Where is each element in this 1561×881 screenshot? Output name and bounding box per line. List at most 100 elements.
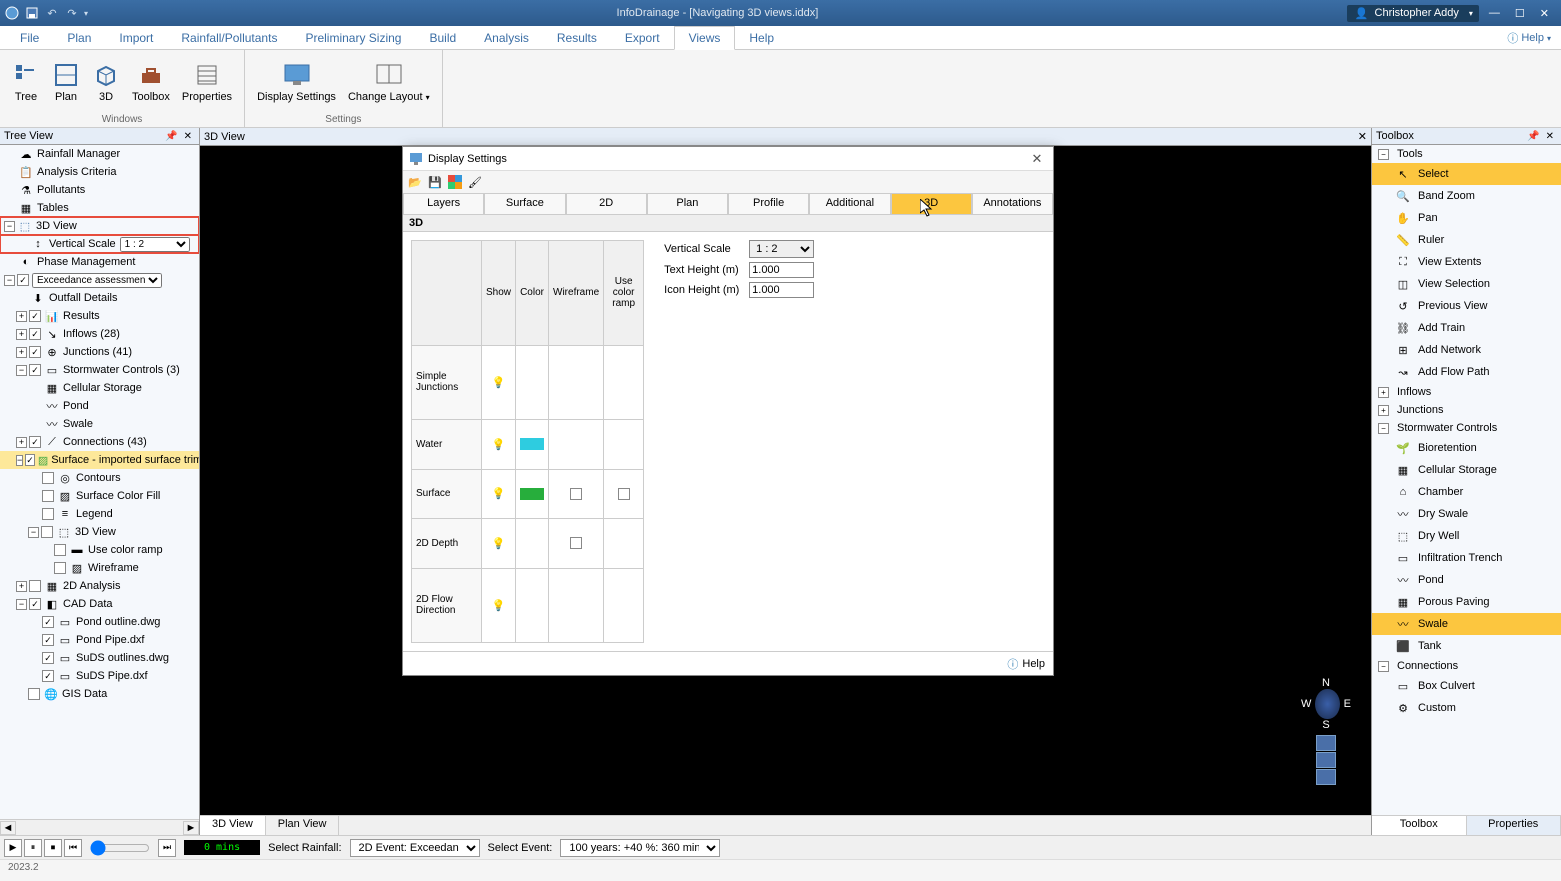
toolbox-tab-toolbox[interactable]: Toolbox [1372, 816, 1467, 835]
play-button[interactable]: ▶ [4, 839, 22, 857]
expand-icon[interactable]: − [28, 527, 39, 538]
checkbox[interactable] [29, 346, 41, 358]
ribbon-btn-3d[interactable]: 3D [88, 52, 124, 112]
tree-legend[interactable]: ≡Legend [0, 505, 199, 523]
tree-exceedance[interactable]: −Exceedance assessment (Storm [0, 271, 199, 289]
wireframe-cell[interactable] [549, 469, 604, 519]
show-cell[interactable]: 💡 [482, 345, 516, 419]
vs-select[interactable]: 1 : 2 [749, 240, 814, 258]
save-icon[interactable]: 💾 [427, 174, 443, 190]
tree-connections[interactable]: +⟋Connections (43) [0, 433, 199, 451]
checkbox[interactable] [42, 508, 54, 520]
ribbon-help-link[interactable]: ⓘ Help ▾ [1507, 30, 1551, 49]
tab-results[interactable]: Results [543, 27, 611, 49]
zoom-in-icon[interactable] [1316, 735, 1336, 751]
tool-group-stormwater[interactable]: −Stormwater Controls [1372, 419, 1561, 437]
tab-build[interactable]: Build [415, 27, 470, 49]
collapse-icon[interactable]: − [1378, 423, 1389, 434]
tree-gis-data[interactable]: 🌐GIS Data [0, 685, 199, 703]
checkbox[interactable] [42, 616, 54, 628]
checkbox[interactable] [29, 436, 41, 448]
tool-previous-view[interactable]: ↺Previous View [1372, 295, 1561, 317]
close-icon[interactable]: ✕ [1540, 7, 1549, 20]
tool-view-selection[interactable]: ◫View Selection [1372, 273, 1561, 295]
tree-2d-analysis[interactable]: +▦2D Analysis [0, 577, 199, 595]
tool-group-junctions[interactable]: +Junctions [1372, 401, 1561, 419]
tree-color-ramp[interactable]: ▬Use color ramp [0, 541, 199, 559]
expand-icon[interactable]: − [4, 221, 15, 232]
tree-junctions[interactable]: +⊕Junctions (41) [0, 343, 199, 361]
dlg-tab-additional[interactable]: Additional [809, 193, 890, 214]
checkbox[interactable] [29, 364, 41, 376]
tab-import[interactable]: Import [105, 27, 167, 49]
home-icon[interactable] [1316, 769, 1336, 785]
tool-ruler[interactable]: 📏Ruler [1372, 229, 1561, 251]
tree-tables[interactable]: ▦Tables [0, 199, 199, 217]
dialog-close-icon[interactable]: ✕ [1027, 151, 1047, 167]
tree-cad-data[interactable]: −◧CAD Data [0, 595, 199, 613]
show-cell[interactable]: 💡 [482, 568, 516, 642]
checkbox[interactable] [54, 562, 66, 574]
tab-analysis[interactable]: Analysis [470, 27, 543, 49]
scroll-left-icon[interactable]: ◄ [0, 821, 16, 835]
tool-select[interactable]: ↖Select [1372, 163, 1561, 185]
scroll-right-icon[interactable]: ► [183, 821, 199, 835]
dlg-tab-profile[interactable]: Profile [728, 193, 809, 214]
tree-stormwater[interactable]: −▭Stormwater Controls (3) [0, 361, 199, 379]
tree-surface-import[interactable]: −▨Surface - imported surface trim [0, 451, 199, 469]
checkbox[interactable] [570, 488, 582, 500]
maximize-icon[interactable]: ☐ [1515, 7, 1525, 20]
checkbox[interactable] [618, 488, 630, 500]
tree-surface-fill[interactable]: ▨Surface Color Fill [0, 487, 199, 505]
zoom-out-icon[interactable] [1316, 752, 1336, 768]
tool-add-flow-path[interactable]: ↝Add Flow Path [1372, 361, 1561, 383]
collapse-icon[interactable]: + [1378, 405, 1389, 416]
tree-cellular[interactable]: ▦Cellular Storage [0, 379, 199, 397]
checkbox[interactable] [42, 652, 54, 664]
checkbox[interactable] [29, 310, 41, 322]
expand-icon[interactable]: − [16, 455, 23, 466]
ribbon-btn-toolbox[interactable]: Toolbox [128, 52, 174, 112]
ribbon-btn-display-settings[interactable]: Display Settings [253, 52, 340, 112]
tree-inflows[interactable]: +↘Inflows (28) [0, 325, 199, 343]
tool-band-zoom[interactable]: 🔍Band Zoom [1372, 185, 1561, 207]
time-slider[interactable] [90, 840, 150, 856]
show-cell[interactable]: 💡 [482, 419, 516, 469]
tool-view-extents[interactable]: ⛶View Extents [1372, 251, 1561, 273]
brush-icon[interactable]: 🖌 [467, 174, 483, 190]
tool-chamber[interactable]: ⌂Chamber [1372, 481, 1561, 503]
tree-pond-outline[interactable]: ▭Pond outline.dwg [0, 613, 199, 631]
tool-add-network[interactable]: ⊞Add Network [1372, 339, 1561, 361]
toolbox-tab-properties[interactable]: Properties [1467, 816, 1561, 835]
ih-input[interactable] [749, 282, 814, 298]
checkbox[interactable] [17, 274, 29, 286]
pin-icon[interactable]: 📌 [1524, 131, 1542, 142]
expand-icon[interactable]: + [16, 581, 27, 592]
expand-icon[interactable]: + [16, 347, 27, 358]
tree-vertical-scale[interactable]: ↕Vertical Scale 1 : 2 [0, 235, 199, 253]
expand-icon[interactable]: − [16, 365, 27, 376]
dlg-tab-2d[interactable]: 2D [566, 193, 647, 214]
tool-dry-swale[interactable]: 〰Dry Swale [1372, 503, 1561, 525]
color-cell[interactable] [516, 419, 549, 469]
tab-file[interactable]: File [6, 27, 53, 49]
toolbox-close-icon[interactable]: ✕ [1543, 131, 1557, 142]
tool-group-connections[interactable]: −Connections [1372, 657, 1561, 675]
tab-plan[interactable]: Plan [53, 27, 105, 49]
tree-suds-pipe[interactable]: ▭SuDS Pipe.dxf [0, 667, 199, 685]
tool-custom[interactable]: ⚙Custom [1372, 697, 1561, 719]
ribbon-btn-plan[interactable]: Plan [48, 52, 84, 112]
tree-phase-management[interactable]: ◐Phase Management [0, 253, 199, 271]
view-tab-plan[interactable]: Plan View [266, 816, 340, 835]
pause-button[interactable]: ⏸ [24, 839, 42, 857]
tab-rainfall[interactable]: Rainfall/Pollutants [167, 27, 291, 49]
checkbox[interactable] [42, 472, 54, 484]
checkbox[interactable] [42, 490, 54, 502]
tool-tank[interactable]: ⬛Tank [1372, 635, 1561, 657]
tab-help[interactable]: Help [735, 27, 788, 49]
tool-infiltration[interactable]: ▭Infiltration Trench [1372, 547, 1561, 569]
wireframe-cell[interactable] [549, 519, 604, 569]
tool-box-culvert[interactable]: ▭Box Culvert [1372, 675, 1561, 697]
color-cell[interactable] [516, 469, 549, 519]
collapse-icon[interactable]: − [1378, 149, 1389, 160]
